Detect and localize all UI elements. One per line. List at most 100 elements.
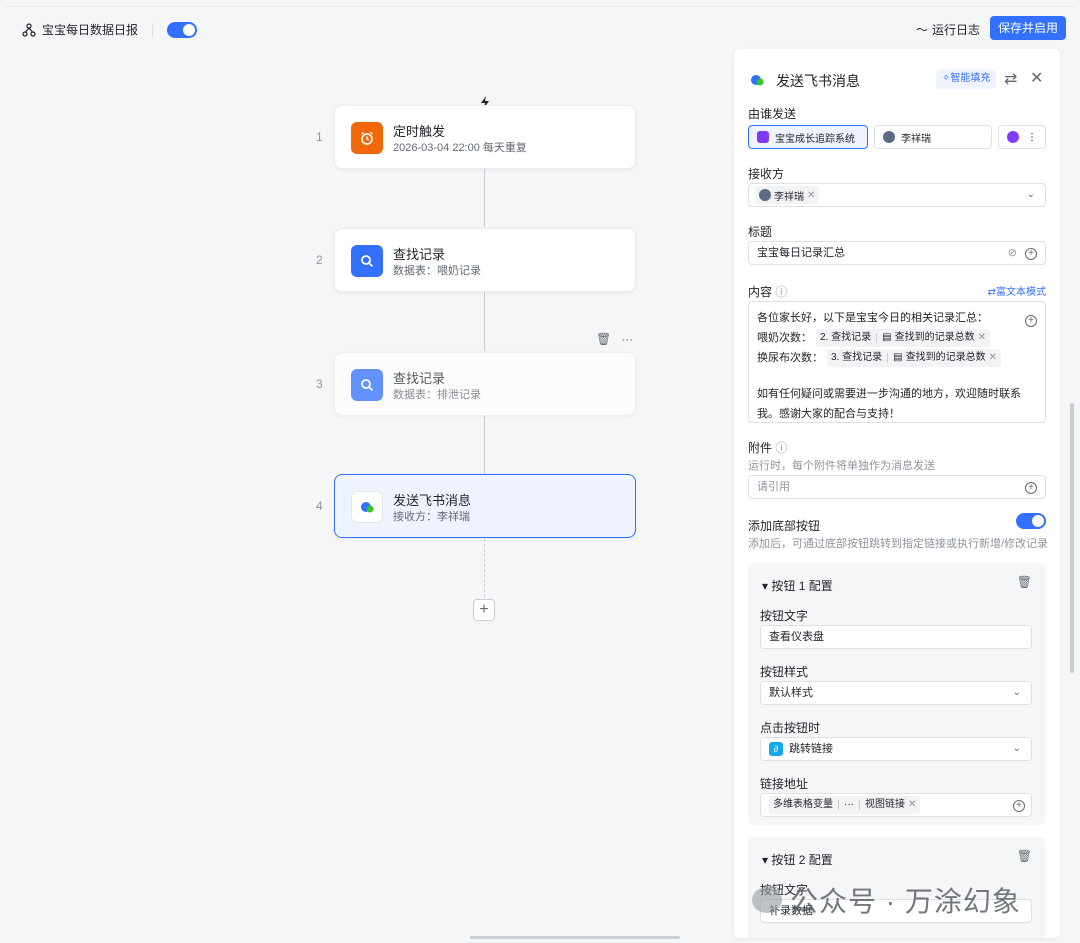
top-bar: 宝宝每日数据日报 〜 运行日志 保存并启用 — [6, 7, 1074, 51]
trash-icon[interactable]: 🗑 — [596, 332, 611, 346]
link-url-label: 链接地址 — [760, 777, 809, 791]
node-find-records-1[interactable]: 查找记录 数据表：喂奶记录 — [334, 228, 636, 292]
add-variable-icon[interactable]: + — [1025, 476, 1037, 498]
receiver-chip: 李祥瑞 ✕ — [755, 186, 820, 204]
node-number: 1 — [316, 130, 323, 144]
add-node-button[interactable]: + — [473, 599, 495, 621]
caret-down-icon: ▾ — [762, 853, 769, 867]
variable-chip[interactable]: 2. 查找记录 ▤ 查找到的记录总数 ✕ — [816, 329, 990, 347]
subject-value: 宝宝每日记录汇总 — [757, 247, 845, 259]
button-text-label: 按钮文字 — [760, 609, 809, 623]
subject-input[interactable]: 宝宝每日记录汇总 ⊘ + — [748, 241, 1046, 265]
panel-title: 发送飞书消息 — [776, 73, 860, 89]
button-text-input[interactable]: 查看仪表盘 — [760, 625, 1032, 649]
on-click-value: 跳转链接 — [789, 743, 833, 755]
watermark: 公众号 · 万涂幻象 — [752, 880, 1021, 920]
workflow-icon — [22, 22, 36, 37]
avatar — [883, 131, 895, 143]
on-click-select[interactable]: ∂ 跳转链接 ⌄ — [760, 737, 1032, 761]
node-subtitle: 数据表：排泄记录 — [393, 389, 481, 401]
node-subtitle: 接收方：李祥瑞 — [393, 511, 470, 523]
horizontal-scrollbar[interactable] — [470, 936, 680, 939]
link-icon: ∂ — [769, 742, 783, 756]
smart-fill-button[interactable]: ✧智能填充 — [936, 69, 997, 89]
node-tools: 🗑 ··· — [596, 332, 633, 346]
node-send-feishu-message[interactable]: 发送飞书消息 接收方：李祥瑞 — [334, 474, 636, 538]
caret-down-icon: ▾ — [762, 579, 769, 593]
button-style-value: 默认样式 — [769, 687, 813, 699]
node-timer-trigger[interactable]: 定时触发 2026-03-04 22:00 每天重复 — [334, 105, 636, 169]
remove-icon: ✕ — [977, 332, 986, 343]
flow-title-area: 宝宝每日数据日报 — [22, 21, 198, 38]
bottom-button-hint: 添加后，可通过底部按钮跳转到指定链接或执行新增/修改记录 — [748, 538, 1049, 550]
sender-option-app[interactable]: 宝宝成长追踪系统 — [748, 125, 868, 149]
variable-chip[interactable]: 多维表格变量 ··· 视图链接 ✕ — [769, 796, 921, 814]
flow-name[interactable]: 宝宝每日数据日报 — [42, 21, 138, 38]
button-1-header[interactable]: ▾ 按钮 1 配置 — [762, 577, 833, 594]
node-title: 查找记录 — [393, 247, 446, 262]
panel-scrollbar[interactable] — [1070, 403, 1074, 673]
node-number: 4 — [316, 499, 323, 513]
content-line: 各位家长好，以下是宝宝今日的相关记录汇总： — [757, 312, 988, 324]
config-panel: 发送飞书消息 ✧智能填充 ⇄ ✕ 由谁发送 宝宝成长追踪系统 李祥瑞 ⋮ 接收方… — [734, 49, 1060, 938]
variable-chip[interactable]: 3. 查找记录 ▤ 查找到的记录总数 ✕ — [827, 349, 1001, 367]
content-line: 我。感谢大家的配合与支持！ — [757, 408, 900, 420]
rich-text-mode-toggle[interactable]: ⇄富文本模式 — [988, 283, 1046, 298]
receiver-select[interactable]: 李祥瑞 ✕ ⌄ — [748, 183, 1046, 207]
add-variable-icon[interactable]: + — [1025, 310, 1037, 330]
node-find-records-2[interactable]: 查找记录 数据表：排泄记录 — [334, 352, 636, 416]
table-icon: ▤ — [882, 332, 892, 343]
attachment-input[interactable]: 请引用 + — [748, 475, 1046, 499]
bottom-button-label: 添加底部按钮 — [748, 519, 821, 533]
run-log-button[interactable]: 〜 运行日志 — [916, 21, 980, 38]
attachment-hint: 运行时，每个附件将单独作为消息发送 — [748, 460, 935, 472]
run-log-label: 运行日志 — [932, 23, 981, 37]
alarm-clock-icon — [351, 122, 383, 154]
info-icon: ⓘ — [775, 441, 788, 455]
trash-icon[interactable]: 🗑 — [1017, 849, 1032, 863]
remove-icon[interactable]: ✕ — [807, 190, 815, 201]
search-icon — [351, 245, 383, 277]
trash-icon[interactable]: 🗑 — [1017, 575, 1032, 589]
feishu-message-icon — [751, 75, 764, 86]
search-icon — [351, 369, 383, 401]
flow-canvas[interactable]: 1 定时触发 2026-03-04 22:00 每天重复 2 查找记录 数据表：… — [6, 51, 726, 938]
node-title: 查找记录 — [393, 371, 446, 386]
flow-enable-toggle[interactable] — [167, 21, 198, 38]
more-vertical-icon[interactable]: ⋮ — [1027, 132, 1037, 143]
link-url-input[interactable]: 多维表格变量 ··· 视图链接 ✕ + — [760, 793, 1032, 817]
add-variable-icon[interactable]: + — [1025, 242, 1037, 264]
info-icon: ⓘ — [775, 285, 788, 299]
feishu-message-icon — [351, 491, 383, 523]
swap-icon[interactable]: ⇄ — [1004, 69, 1017, 89]
watermark-text: 公众号 · 万涂幻象 — [790, 886, 1021, 917]
save-enable-button[interactable]: 保存并启用 — [990, 16, 1067, 40]
chevron-down-icon: ⌄ — [1012, 687, 1021, 698]
more-icon[interactable]: ··· — [621, 332, 633, 346]
app-icon — [757, 131, 769, 143]
remove-icon: ✕ — [908, 799, 917, 810]
remove-icon: ✕ — [988, 352, 997, 363]
sender-option-user[interactable]: 李祥瑞 — [874, 125, 992, 149]
node-number: 2 — [316, 253, 323, 267]
app-frame: 宝宝每日数据日报 〜 运行日志 保存并启用 1 定时触发 2026-03-04 … — [6, 6, 1074, 938]
divider — [152, 22, 154, 37]
add-variable-icon[interactable]: + — [1013, 794, 1025, 816]
node-number: 3 — [316, 377, 323, 391]
button-style-select[interactable]: 默认样式 ⌄ — [760, 681, 1032, 705]
variable-icon[interactable]: ⊘ — [1008, 242, 1017, 264]
bottom-button-toggle[interactable] — [1016, 513, 1046, 529]
node-title: 发送飞书消息 — [393, 493, 472, 508]
on-click-label: 点击按钮时 — [760, 721, 821, 735]
node-subtitle: 2026-03-04 22:00 每天重复 — [393, 142, 527, 154]
node-title: 定时触发 — [393, 124, 446, 139]
sender-more[interactable]: ⋮ — [998, 125, 1046, 149]
content-editor[interactable]: 各位家长好，以下是宝宝今日的相关记录汇总： 喂奶次数： 2. 查找记录 ▤ 查找到… — [748, 301, 1046, 423]
close-icon[interactable]: ✕ — [1030, 68, 1043, 88]
plugin-icon — [1007, 131, 1019, 143]
button-2-header[interactable]: ▾ 按钮 2 配置 — [762, 851, 833, 868]
wechat-logo-icon — [752, 887, 782, 913]
subject-label: 标题 — [748, 225, 773, 239]
sender-label: 由谁发送 — [748, 107, 797, 121]
chevron-down-icon: ⌄ — [1012, 743, 1021, 754]
